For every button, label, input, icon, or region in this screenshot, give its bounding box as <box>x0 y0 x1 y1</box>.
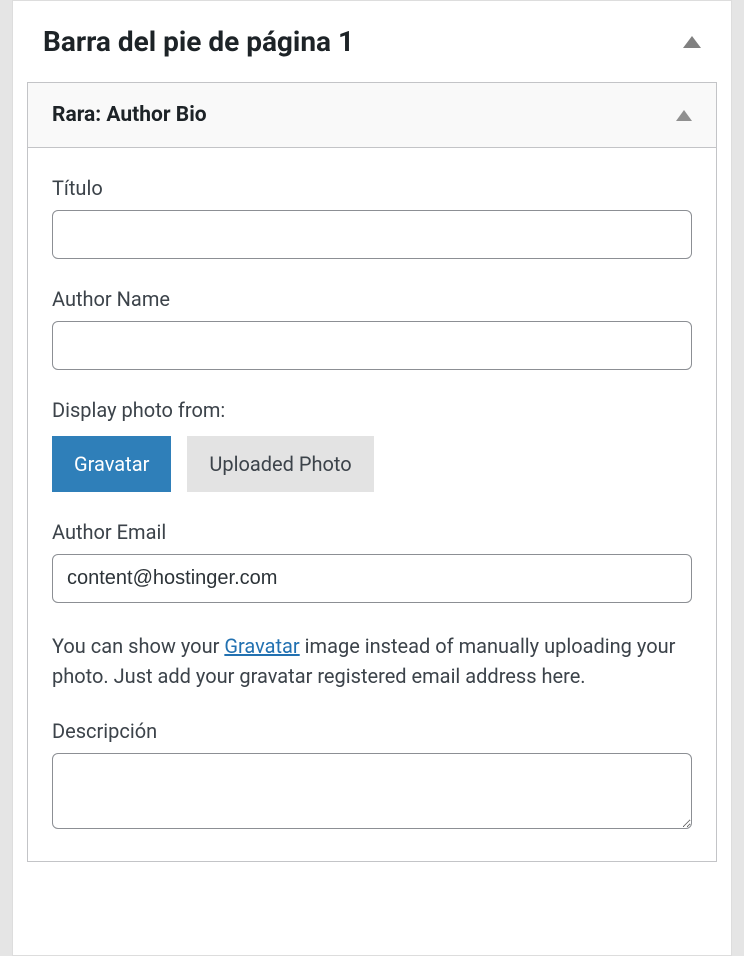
author-name-input[interactable] <box>52 321 692 370</box>
author-email-input[interactable] <box>52 554 692 603</box>
panel-container: Barra del pie de página 1 Rara: Author B… <box>12 0 732 956</box>
help-text-before: You can show your <box>52 634 224 658</box>
titulo-input[interactable] <box>52 210 692 259</box>
author-name-group: Author Name <box>52 287 692 370</box>
widget-body: Título Author Name Display photo from: G… <box>28 148 716 833</box>
descripcion-group: Descripción <box>52 719 692 833</box>
widget-container: Rara: Author Bio Título Author Name Disp… <box>27 82 717 862</box>
author-email-label: Author Email <box>52 520 692 544</box>
display-photo-label: Display photo from: <box>52 398 692 422</box>
panel-header[interactable]: Barra del pie de página 1 <box>13 1 731 82</box>
gravatar-button[interactable]: Gravatar <box>52 436 171 492</box>
author-email-group: Author Email <box>52 520 692 603</box>
collapse-icon <box>683 36 701 48</box>
widget-header[interactable]: Rara: Author Bio <box>28 83 716 148</box>
panel-title: Barra del pie de página 1 <box>43 25 354 58</box>
photo-source-buttons: Gravatar Uploaded Photo <box>52 436 692 492</box>
gravatar-help-text: You can show your Gravatar image instead… <box>52 631 692 691</box>
collapse-icon <box>676 110 692 121</box>
author-name-label: Author Name <box>52 287 692 311</box>
widget-title: Rara: Author Bio <box>52 103 207 127</box>
uploaded-photo-button[interactable]: Uploaded Photo <box>187 436 373 492</box>
titulo-group: Título <box>52 176 692 259</box>
gravatar-link[interactable]: Gravatar <box>224 634 299 658</box>
descripcion-textarea[interactable] <box>52 753 692 829</box>
titulo-label: Título <box>52 176 692 200</box>
descripcion-label: Descripción <box>52 719 692 743</box>
display-photo-group: Display photo from: Gravatar Uploaded Ph… <box>52 398 692 492</box>
